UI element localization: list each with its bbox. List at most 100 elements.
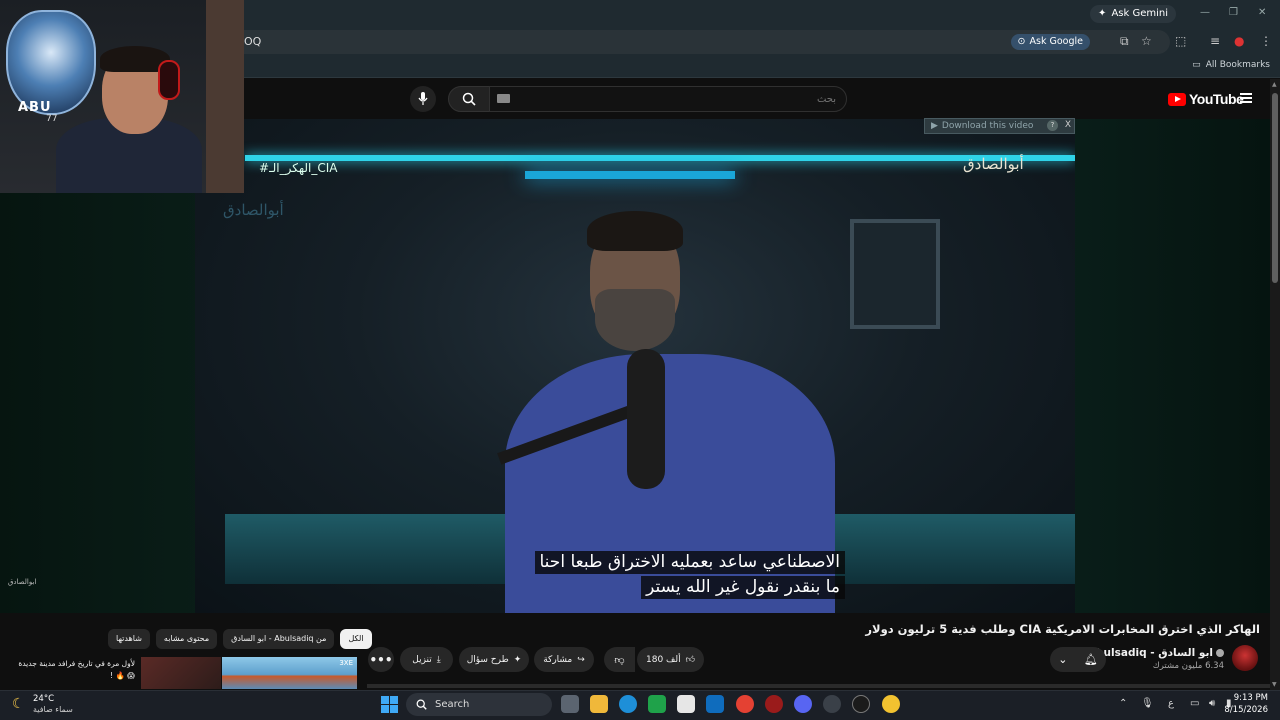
chip-all[interactable]: الكل	[340, 629, 372, 649]
media-queue-icon[interactable]: ≡	[1210, 34, 1220, 48]
browser-menu-icon[interactable]: ⋮	[1260, 34, 1272, 48]
chrome-profile-icon[interactable]	[882, 695, 900, 713]
recommended-thumbnail-2[interactable]: 3XE	[222, 657, 357, 689]
subscribed-bell-button[interactable]: ⌄ 🔔︎	[1050, 647, 1106, 672]
bookmark-star-icon[interactable]: ☆	[1141, 34, 1152, 48]
dislike-button[interactable]: 👎︎	[604, 647, 635, 672]
omnibox-url: OQ	[244, 35, 262, 48]
wall-picture-frame	[850, 219, 940, 329]
play-icon: ▶	[931, 121, 938, 131]
download-button[interactable]: تنزيل ⤓	[400, 647, 453, 672]
scroll-up-icon[interactable]: ▲	[1272, 81, 1277, 88]
more-icon: •••	[369, 652, 393, 667]
subtitles: الاصطناعي ساعد بعمليه الاختراق طبعا احنا…	[534, 551, 845, 599]
store-icon[interactable]	[677, 695, 695, 713]
search-icon	[462, 92, 476, 106]
download-video-bar[interactable]: ▶ Download this video ? X	[924, 118, 1075, 134]
recommended-thumbnail[interactable]	[141, 657, 221, 689]
ask-gemini-label: Ask Gemini	[1111, 8, 1168, 19]
voice-search-button[interactable]	[410, 86, 436, 112]
task-view-icon[interactable]	[561, 695, 579, 713]
chevron-down-icon: ⌄	[1058, 653, 1068, 666]
search-icon	[416, 699, 427, 710]
app-icon[interactable]	[852, 695, 870, 713]
ask-google-button[interactable]: ⊙ Ask Google	[1010, 34, 1090, 50]
profile-icon[interactable]: ●	[1234, 34, 1244, 48]
share-button[interactable]: مشاركة ↪	[534, 647, 594, 672]
keyboard-icon[interactable]	[497, 94, 510, 103]
ask-gemini-button[interactable]: ✦ Ask Gemini	[1090, 5, 1176, 23]
youtube-logo[interactable]: YouTube	[1168, 91, 1244, 107]
all-bookmarks-button[interactable]: ▭ All Bookmarks	[1192, 60, 1270, 70]
language-indicator[interactable]: ع	[1168, 698, 1174, 709]
volume-icon[interactable]: 🔊︎	[1209, 698, 1215, 709]
discord-icon[interactable]	[794, 695, 812, 713]
weather-description[interactable]: سماء صافية	[33, 705, 73, 714]
install-icon[interactable]: ⧉	[1120, 34, 1129, 49]
channel-logo-faded: أبوالصادق	[223, 201, 284, 219]
share-icon: ↪	[577, 654, 585, 665]
like-count: 180 ألف	[646, 654, 681, 665]
webcam-brand-number: 77	[46, 114, 58, 124]
minimize-icon[interactable]: —	[1200, 7, 1210, 18]
extensions-icon[interactable]: ⬚	[1175, 34, 1186, 48]
ask-button[interactable]: طرح سؤال ✦	[459, 647, 529, 672]
help-icon[interactable]: ?	[1047, 120, 1058, 131]
thumbnail-tag: 3XE	[339, 659, 353, 667]
recommended-title[interactable]: لأول مرة في تاريخ فرافد مدينة جديدة 😱 🔥 …	[10, 658, 135, 682]
gemini-sparkle-icon: ✦	[1098, 8, 1107, 19]
clock-time[interactable]: 9:13 PM	[1234, 693, 1268, 703]
chip-related[interactable]: محتوى مشابه	[155, 629, 218, 649]
obs-icon[interactable]	[823, 695, 841, 713]
video-player[interactable]: #الهكر_الـ_CIA أبوالصادق أبوالصادق الاصط…	[195, 119, 1075, 613]
scroll-down-icon[interactable]: ▼	[1272, 681, 1277, 688]
all-bookmarks-label: All Bookmarks	[1205, 60, 1270, 70]
streamer-webcam: ABU 77	[0, 0, 244, 193]
download-icon: ⤓	[436, 654, 441, 665]
moon-weather-icon[interactable]: ☾	[12, 696, 25, 712]
search-input[interactable]	[489, 86, 847, 112]
chrome-icon[interactable]	[736, 695, 754, 713]
scroll-thumb[interactable]	[1272, 93, 1278, 283]
like-button[interactable]: 180 ألف 👍︎	[637, 647, 704, 672]
chip-watched[interactable]: شاهدتها	[108, 629, 150, 649]
subtitle-line-1: الاصطناعي ساعد بعمليه الاختراق طبعا احنا	[534, 551, 845, 574]
download-video-label: Download this video	[941, 121, 1034, 131]
xbox-icon[interactable]	[648, 695, 666, 713]
edge-icon[interactable]	[619, 695, 637, 713]
video-title: الهاكر الذي اخترق المخابرات الامريكية CI…	[865, 622, 1260, 636]
red-app-icon[interactable]	[765, 695, 783, 713]
clock-date[interactable]: 8/15/2026	[1224, 705, 1268, 715]
ask-google-label: Ask Google	[1029, 36, 1083, 47]
network-icon[interactable]: ▭	[1190, 698, 1199, 709]
headset-icon	[158, 60, 180, 100]
channel-name[interactable]: ابو السادق - Abulsadiq	[1088, 647, 1224, 659]
chevron-up-icon[interactable]: ⌃	[1119, 698, 1127, 709]
taskbar-search-label: Search	[435, 699, 470, 710]
ask-label: طرح سؤال	[466, 654, 509, 665]
search-button[interactable]	[448, 86, 490, 112]
download-label: تنزيل	[412, 654, 432, 665]
windows-start-icon[interactable]	[381, 696, 398, 713]
verified-icon	[1216, 649, 1224, 657]
background-door	[206, 0, 244, 193]
file-explorer-icon[interactable]	[590, 695, 608, 713]
weather-temperature[interactable]: 24°C	[33, 694, 54, 704]
speaker-hair	[587, 211, 683, 251]
microphone-tray-icon[interactable]: 🎙︎	[1141, 698, 1154, 709]
channel-avatar[interactable]	[1232, 645, 1258, 671]
webcam-brand: ABU	[18, 100, 52, 115]
close-icon[interactable]: X	[1065, 120, 1071, 130]
thumbs-down-icon: 👎︎	[614, 654, 625, 666]
corner-watermark: ابوالصادق	[8, 578, 37, 586]
studio-microphone	[627, 349, 665, 489]
restore-icon[interactable]: ❐	[1229, 7, 1238, 18]
close-window-icon[interactable]: ✕	[1258, 7, 1266, 18]
more-actions-button[interactable]: •••	[368, 647, 394, 672]
mail-icon[interactable]	[706, 695, 724, 713]
page-scrollbar[interactable]: ▲ ▼	[1270, 79, 1280, 690]
microphone-icon	[418, 92, 428, 105]
taskbar-search[interactable]: Search	[406, 693, 552, 716]
chip-from-channel[interactable]: من Abulsadiq - ابو السادق	[223, 629, 335, 649]
hamburger-menu-icon[interactable]	[1240, 93, 1252, 103]
